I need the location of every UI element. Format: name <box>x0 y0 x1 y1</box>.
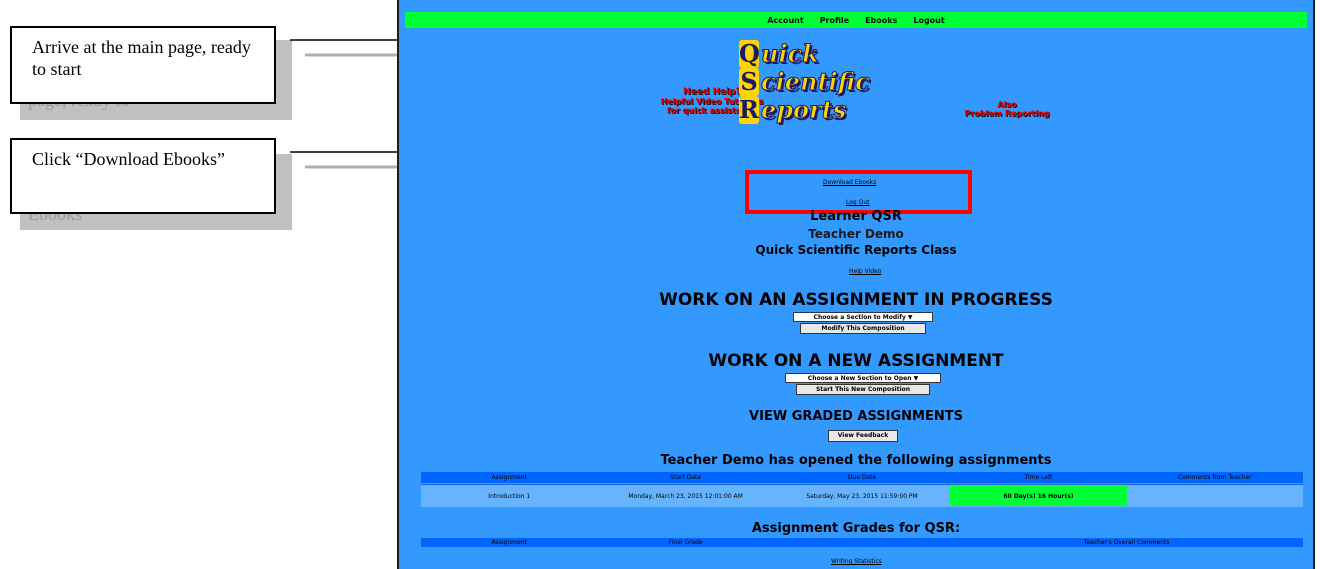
nav-profile[interactable]: Profile <box>820 16 849 25</box>
heading-in-progress: WORK ON AN ASSIGNMENT IN PROGRESS <box>659 290 1053 310</box>
teacher-name: Teacher Demo <box>808 227 904 241</box>
table-row[interactable]: Introduction 1 Monday, March 23, 2015 12… <box>421 484 1303 507</box>
top-nav-bar: Account Profile Ebooks Logout <box>405 12 1307 28</box>
logout-link[interactable]: Log Out <box>846 199 870 206</box>
writing-statistics-link[interactable]: Writing Statistics <box>831 558 882 565</box>
col-start-date: Start Date <box>670 474 702 481</box>
problem-line-2: Problem Reporting <box>964 109 1050 118</box>
download-ebooks-link[interactable]: Download Ebooks <box>823 179 876 186</box>
problem-line-1: Also <box>997 100 1017 109</box>
logo-row-3: Reports <box>739 95 847 124</box>
grades-heading: Assignment Grades for QSR: <box>751 521 961 536</box>
highlight-box <box>745 170 972 214</box>
problem-reporting-link[interactable]: Also Problem Reporting <box>957 100 1057 118</box>
col-due-date: Due Date <box>847 474 877 481</box>
qsr-logo: Quick Scientific Reports <box>739 34 939 130</box>
learner-name: Learner QSR <box>810 209 902 224</box>
modify-section-select[interactable]: Choose a Section to Modify ▼ <box>793 312 933 322</box>
app-screenshot: Account Profile Ebooks Logout Need Help?… <box>397 0 1315 569</box>
start-composition-button[interactable]: Start This New Composition <box>796 384 930 395</box>
nav-ebooks[interactable]: Ebooks <box>865 16 897 25</box>
nav-account[interactable]: Account <box>767 16 803 25</box>
logo-row-1: Quick <box>739 39 819 68</box>
heading-new-assignment: WORK ON A NEW ASSIGNMENT <box>708 351 1004 371</box>
callout-box: Arrive at the main page, ready to start <box>10 26 276 104</box>
grade-col-comments: Teacher's Overall Comments <box>1083 539 1170 546</box>
cell-due: Saturday, May 23, 2015 11:59:00 PM <box>806 492 918 500</box>
callout-box: Click “Download Ebooks” <box>10 138 276 214</box>
opened-heading: Teacher Demo has opened the following as… <box>660 453 1052 468</box>
modify-composition-button[interactable]: Modify This Composition <box>800 323 926 334</box>
help-video-small-link[interactable]: Help Video <box>849 268 881 275</box>
grade-col-blank <box>774 538 950 547</box>
new-section-select[interactable]: Choose a New Section to Open ▼ <box>785 373 941 383</box>
col-time-left: Time Left <box>1024 474 1053 481</box>
class-name: Quick Scientific Reports Class <box>755 243 957 257</box>
grade-col-final: Final Grade <box>668 539 703 546</box>
cell-time-left[interactable]: 60 Day(s) 16 Hour(s) <box>950 486 1127 506</box>
grades-table-header: Assignment Final Grade Teacher's Overall… <box>421 538 1303 547</box>
col-assignment: Assignment <box>491 474 527 481</box>
view-feedback-button[interactable]: View Feedback <box>828 430 898 442</box>
heading-graded: VIEW GRADED ASSIGNMENTS <box>749 409 963 424</box>
col-comments: Comments from Teacher <box>1178 474 1252 481</box>
assignments-table-header: Assignment Start Date Due Date Time Left… <box>421 472 1303 483</box>
logo-row-2: Scientific <box>739 67 870 96</box>
grade-col-assignment: Assignment <box>491 539 527 546</box>
cell-start: Monday, March 23, 2015 12:01:00 AM <box>628 492 743 500</box>
nav-logout[interactable]: Logout <box>913 16 944 25</box>
cell-assignment: Introduction 1 <box>488 492 531 500</box>
